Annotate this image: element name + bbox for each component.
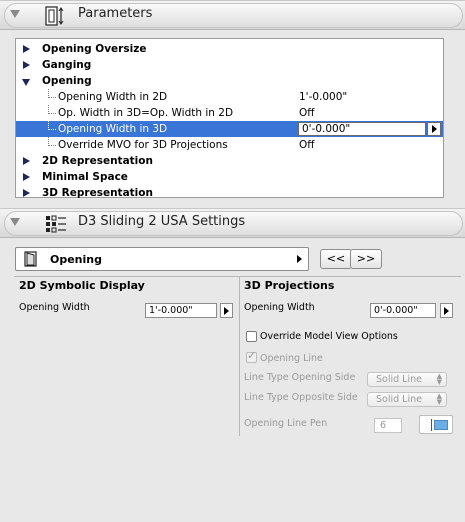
tree-group-minimal-space[interactable]: Minimal Space	[16, 169, 443, 185]
pen-color-swatch[interactable]	[419, 415, 453, 434]
popup-arrow-icon	[297, 255, 302, 263]
line-type-opposite-side-popup[interactable]: Solid Line ▲ ▼	[367, 392, 447, 407]
disclosure-triangle-icon[interactable]	[23, 189, 30, 197]
param-value[interactable]: Off	[299, 105, 315, 121]
opening-line-checkbox[interactable]: ✓	[246, 349, 257, 363]
tree-connector	[48, 89, 56, 98]
opening-line-pen-label: Opening Line Pen	[244, 418, 328, 429]
check-mark-icon: ✓	[247, 349, 257, 362]
panel-divider-vertical	[239, 276, 240, 436]
pen-color-fill	[434, 420, 448, 430]
projections-title: 3D Projections	[244, 279, 335, 292]
param-label: Opening Width in 3D	[58, 123, 168, 135]
tree-connector	[48, 137, 56, 146]
opening-width-3d-arrow-button[interactable]	[440, 303, 453, 318]
tree-connector	[48, 105, 56, 114]
collapse-triangle-icon[interactable]	[10, 218, 20, 226]
tree-param-opening-width-2d[interactable]: Opening Width in 2D 1'-0.000"	[16, 89, 443, 105]
line-type-opposite-side-value: Solid Line	[376, 394, 422, 405]
page-selector-label: Opening	[50, 253, 102, 266]
line-type-opening-side-label: Line Type Opening Side	[244, 372, 356, 383]
collapse-triangle-icon[interactable]	[10, 10, 20, 18]
opening-line-label[interactable]: Opening Line	[260, 353, 323, 364]
tree-group-ganging[interactable]: Ganging	[16, 57, 443, 73]
tree-group-3d-representation[interactable]: 3D Representation	[16, 185, 443, 201]
next-page-button[interactable]: >>	[350, 249, 382, 269]
tree-connector	[48, 121, 56, 130]
settings-header[interactable]: D3 Sliding 2 USA Settings	[0, 208, 465, 238]
disclosure-triangle-icon[interactable]	[23, 61, 30, 69]
parameter-tree[interactable]: Opening Oversize Ganging Opening Opening…	[15, 38, 444, 201]
page-selector-popup[interactable]: Opening	[15, 247, 309, 271]
settings-title: D3 Sliding 2 USA Settings	[78, 214, 246, 229]
tree-group-label: Ganging	[42, 59, 92, 71]
symbolic-display-title: 2D Symbolic Display	[19, 279, 145, 292]
settings-grid-icon	[46, 215, 66, 233]
param-label: Opening Width in 2D	[58, 91, 168, 103]
swatch-divider	[431, 419, 432, 431]
line-type-opposite-side-label: Line Type Opposite Side	[244, 392, 358, 403]
param-label: Override MVO for 3D Projections	[58, 139, 228, 151]
param-label: Op. Width in 3D=Op. Width in 2D	[58, 107, 234, 119]
disclosure-triangle-icon[interactable]	[23, 173, 30, 181]
tree-group-opening-oversize[interactable]: Opening Oversize	[16, 41, 443, 57]
opening-width-3d-field[interactable]: 0'-0.000"	[370, 303, 436, 318]
tree-group-label: Opening Oversize	[42, 43, 147, 55]
tree-param-opening-width-3d[interactable]: Opening Width in 3D 0'-0.000"	[16, 121, 443, 137]
disclosure-triangle-icon[interactable]	[23, 157, 30, 165]
door-icon	[24, 251, 37, 267]
override-mvo-label[interactable]: Override Model View Options	[260, 331, 398, 342]
disclosure-triangle-icon[interactable]	[23, 45, 30, 53]
parameters-title: Parameters	[78, 6, 153, 21]
line-type-opening-side-value: Solid Line	[376, 374, 422, 385]
tree-group-label: 2D Representation	[42, 155, 153, 167]
opening-width-2d-label: Opening Width	[19, 302, 90, 313]
panel-divider-horizontal	[14, 276, 461, 277]
param-value[interactable]: 1'-0.000"	[299, 89, 347, 105]
opening-width-3d-label: Opening Width	[244, 302, 315, 313]
line-type-opening-side-popup[interactable]: Solid Line ▲ ▼	[367, 372, 447, 387]
parameters-header[interactable]: Parameters	[0, 0, 465, 30]
opening-width-2d-arrow-button[interactable]	[220, 303, 233, 318]
tree-group-opening[interactable]: Opening	[16, 73, 443, 89]
disclosure-triangle-open-icon[interactable]	[22, 79, 30, 86]
parameters-header-bar	[4, 3, 463, 28]
tree-group-label: Opening	[42, 75, 92, 87]
parameters-icon	[45, 6, 64, 26]
updown-arrows-icon: ▲ ▼	[436, 372, 442, 386]
param-value-edit-field[interactable]: 0'-0.000"	[298, 122, 426, 136]
previous-page-button[interactable]: <<	[320, 249, 352, 269]
opening-line-pen-field[interactable]: 6	[374, 418, 402, 433]
tree-group-label: 3D Representation	[42, 187, 153, 199]
param-arrow-button[interactable]	[427, 122, 441, 136]
override-mvo-checkbox[interactable]	[246, 331, 257, 342]
tree-param-override-mvo[interactable]: Override MVO for 3D Projections Off	[16, 137, 443, 153]
tree-param-op-width-3d-eq-2d[interactable]: Op. Width in 3D=Op. Width in 2D Off	[16, 105, 443, 121]
tree-group-2d-representation[interactable]: 2D Representation	[16, 153, 443, 169]
updown-arrows-icon: ▲ ▼	[436, 392, 442, 406]
param-value[interactable]: Off	[299, 137, 315, 153]
opening-width-2d-field[interactable]: 1'-0.000"	[145, 303, 217, 318]
tree-group-label: Minimal Space	[42, 171, 128, 183]
